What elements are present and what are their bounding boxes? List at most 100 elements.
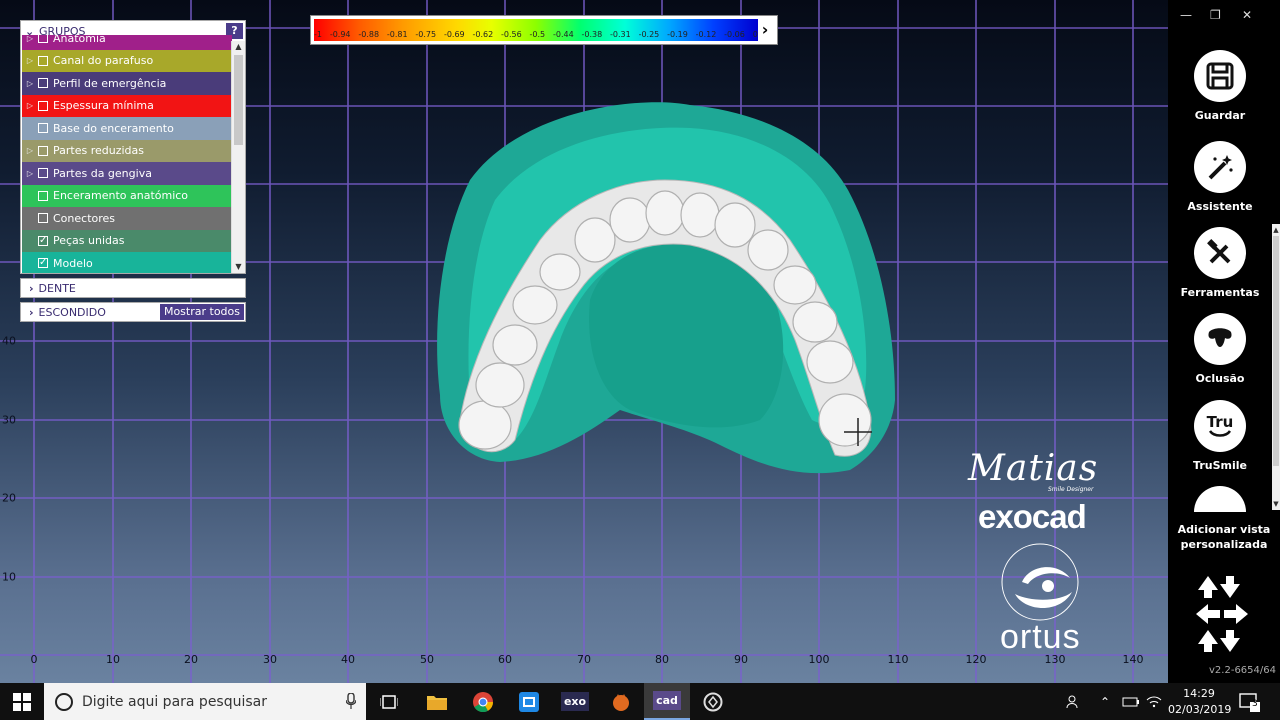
group-checkbox[interactable] xyxy=(38,168,48,179)
x-axis-tick-label: 20 xyxy=(184,653,198,666)
wizard-icon xyxy=(1194,141,1246,193)
group-checkbox[interactable] xyxy=(38,123,48,134)
tool-oclusao[interactable]: Oclusão xyxy=(1168,313,1272,385)
color-scale-tick: -1 xyxy=(314,30,322,39)
tool-assistente[interactable]: Assistente xyxy=(1168,141,1272,213)
color-scale-toggle-icon[interactable]: › xyxy=(757,20,773,40)
microphone-icon[interactable] xyxy=(346,693,356,709)
people-icon[interactable] xyxy=(1066,683,1082,720)
notification-count: 3 xyxy=(1252,699,1258,709)
expand-triangle-icon[interactable]: ▷ xyxy=(22,101,38,110)
group-row[interactable]: ✓ Peças unidas xyxy=(22,229,232,252)
matias-signature-subtitle: Smile Designer xyxy=(1048,486,1094,493)
group-label: Partes reduzidas xyxy=(53,144,144,158)
matias-signature-logo: Matias xyxy=(968,448,1099,489)
group-checkbox[interactable]: ✓ xyxy=(38,235,48,246)
x-axis-tick-label: 110 xyxy=(887,653,909,666)
toolbar-scrollbar[interactable]: ▲ ▼ xyxy=(1272,224,1280,510)
group-checkbox[interactable] xyxy=(38,190,48,201)
tray-expand-icon[interactable]: ⌃ xyxy=(1100,683,1110,720)
scroll-thumb[interactable] xyxy=(234,55,243,145)
color-scale-tick: -0.06 xyxy=(724,30,745,39)
group-label: Modelo xyxy=(53,256,93,270)
wifi-icon[interactable] xyxy=(1146,683,1162,720)
scroll-up-icon[interactable]: ▲ xyxy=(232,41,245,53)
groups-panel: ⌄ GRUPOS ? ▷ Anatomia ▷ Canal do parafuso ▷ P… xyxy=(20,20,246,274)
exo-app-icon[interactable]: exo xyxy=(552,683,598,720)
group-checkbox[interactable] xyxy=(38,100,48,111)
group-label: Perfil de emergência xyxy=(53,76,167,90)
expand-triangle-icon[interactable]: ▷ xyxy=(22,35,38,43)
group-row[interactable]: Conectores xyxy=(22,207,232,230)
scroll-thumb[interactable] xyxy=(1273,236,1279,466)
show-all-button[interactable]: Mostrar todos xyxy=(159,304,244,320)
group-row[interactable]: Base do enceramento xyxy=(22,117,232,140)
clock[interactable]: 14:29 02/03/2019 xyxy=(1168,686,1232,718)
x-axis-tick-label: 10 xyxy=(106,653,120,666)
tool-label: Assistente xyxy=(1187,200,1253,213)
search-placeholder: Digite aqui para pesquisar xyxy=(82,693,268,710)
dente-panel[interactable]: › DENTE xyxy=(20,278,246,298)
cad-label: cad xyxy=(653,691,681,710)
blue-app-icon[interactable] xyxy=(506,683,552,720)
add-custom-view-button[interactable]: Adicionar vista personalizada xyxy=(1168,522,1280,552)
exo-label: exo xyxy=(560,692,590,711)
clock-date: 02/03/2019 xyxy=(1168,703,1232,716)
group-checkbox[interactable] xyxy=(38,55,48,66)
circle-app-icon[interactable] xyxy=(690,683,736,720)
tools-icon xyxy=(1194,227,1246,279)
start-button[interactable] xyxy=(0,683,44,720)
color-scale-tick: -0.25 xyxy=(638,30,660,39)
tool-partial[interactable] xyxy=(1168,486,1272,512)
expand-triangle-icon[interactable]: ▷ xyxy=(22,169,38,178)
battery-icon[interactable] xyxy=(1122,683,1140,720)
escondido-panel-title: ESCONDIDO xyxy=(38,305,106,319)
group-checkbox[interactable] xyxy=(38,35,48,44)
file-explorer-icon[interactable] xyxy=(414,683,460,720)
dental-model[interactable] xyxy=(437,102,895,474)
notification-center-icon[interactable]: 3 xyxy=(1238,692,1260,716)
group-checkbox[interactable] xyxy=(38,145,48,156)
group-row[interactable]: ▷ Perfil de emergência xyxy=(22,72,232,95)
tool-guardar[interactable]: Guardar xyxy=(1168,50,1272,122)
cortana-icon xyxy=(55,692,73,711)
orange-app-icon[interactable] xyxy=(598,683,644,720)
group-checkbox[interactable]: ✓ xyxy=(38,258,48,269)
group-row[interactable]: ▷ Partes reduzidas xyxy=(22,139,232,162)
scroll-down-icon[interactable]: ▼ xyxy=(232,261,245,273)
tool-trusmile[interactable]: Tru TruSmile xyxy=(1168,400,1272,472)
escondido-panel[interactable]: › ESCONDIDO Mostrar todos xyxy=(20,302,246,322)
group-row[interactable]: Enceramento anatómico xyxy=(22,184,232,207)
chrome-icon[interactable] xyxy=(460,683,506,720)
scroll-up-icon[interactable]: ▲ xyxy=(1272,226,1280,234)
dente-panel-title: DENTE xyxy=(38,281,76,295)
expand-triangle-icon[interactable]: ▷ xyxy=(22,79,38,88)
minimize-icon[interactable]: — xyxy=(1180,8,1192,22)
y-axis-tick-label: 30 xyxy=(2,413,16,427)
group-row[interactable]: ▷ Espessura mínima xyxy=(22,94,232,117)
tool-ferramentas[interactable]: Ferramentas xyxy=(1168,227,1272,299)
group-row[interactable]: ▷ Partes da gengiva xyxy=(22,162,232,185)
color-scale-tick: -0.19 xyxy=(667,30,688,39)
group-row[interactable]: ▷ Anatomia xyxy=(22,35,232,50)
expand-triangle-icon[interactable]: ▷ xyxy=(22,146,38,155)
groups-scrollbar[interactable]: ▲ ▼ xyxy=(231,41,245,273)
group-checkbox[interactable] xyxy=(38,78,48,89)
group-checkbox[interactable] xyxy=(38,213,48,224)
task-view-icon[interactable] xyxy=(366,683,412,720)
color-scale-tick: -0.75 xyxy=(415,30,437,39)
occlusion-icon xyxy=(1194,313,1246,365)
scroll-down-icon[interactable]: ▼ xyxy=(1272,500,1280,508)
cad-app-icon[interactable]: cad xyxy=(644,683,690,720)
color-scale-tick: -0.88 xyxy=(358,30,380,39)
group-row[interactable]: ▷ Canal do parafuso xyxy=(22,49,232,72)
group-label: Anatomia xyxy=(53,35,106,45)
group-row[interactable]: ✓ Modelo xyxy=(22,252,232,273)
close-icon[interactable]: ✕ xyxy=(1242,8,1252,22)
navigation-arrows-icon[interactable] xyxy=(1192,568,1252,658)
expand-triangle-icon[interactable]: ▷ xyxy=(22,56,38,65)
taskbar-search[interactable]: Digite aqui para pesquisar xyxy=(44,683,366,720)
tool-label: Ferramentas xyxy=(1180,286,1260,299)
3d-viewport[interactable]: 0 10 20 30 40 50 60 70 80 90 100 110 120 130 140 40 30 2… xyxy=(0,0,1168,683)
restore-icon[interactable]: ❐ xyxy=(1210,8,1221,22)
